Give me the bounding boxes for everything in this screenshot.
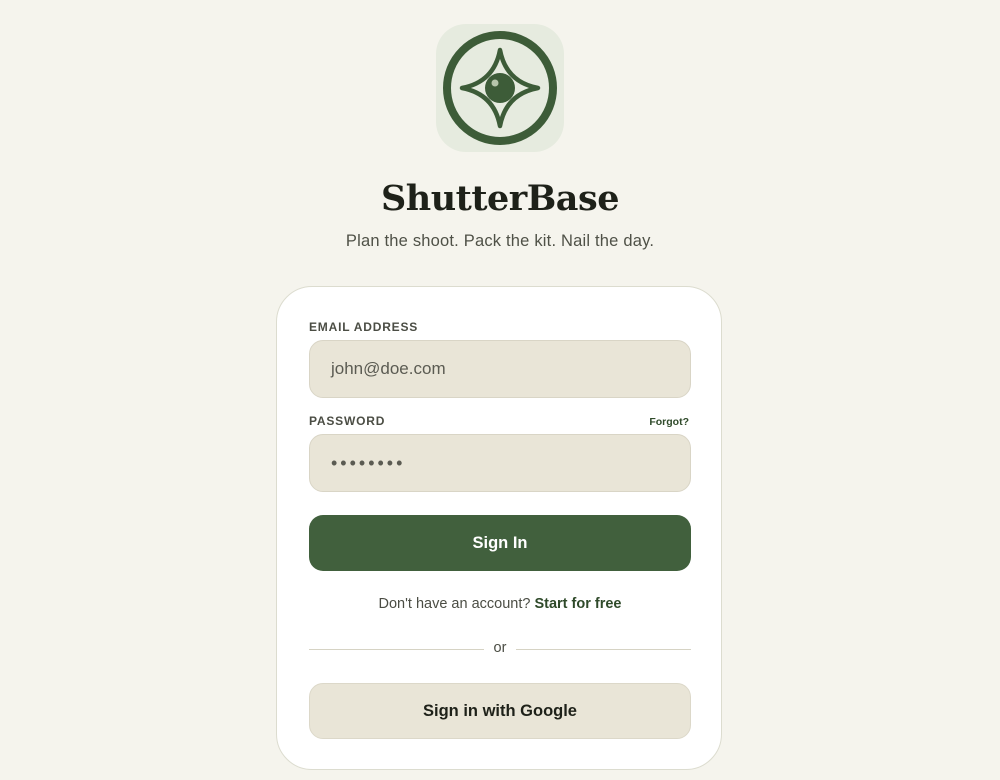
sign-in-label: Sign In	[472, 533, 528, 552]
signup-prompt-text: Don't have an account?	[378, 596, 531, 612]
aperture-lens-icon	[443, 31, 557, 145]
google-sign-in-label: Sign in with Google	[423, 701, 577, 720]
app-logo	[436, 24, 564, 152]
forgot-password-link[interactable]: Forgot?	[649, 416, 689, 428]
password-field[interactable]: ••••••••	[309, 434, 691, 492]
divider-or: or	[493, 640, 507, 656]
password-value: ••••••••	[331, 452, 406, 473]
password-label: PASSWORD	[309, 414, 386, 428]
divider-right	[516, 649, 691, 650]
app-title: ShutterBase	[381, 178, 619, 219]
start-for-free-link[interactable]: Start for free	[534, 596, 621, 612]
email-field[interactable]: john@doe.com	[309, 340, 691, 398]
app-tagline: Plan the shoot. Pack the kit. Nail the d…	[345, 232, 655, 250]
signup-prompt: Don't have an account? Start for free	[277, 596, 723, 612]
email-value: john@doe.com	[331, 359, 446, 378]
google-sign-in-button[interactable]: Sign in with Google	[309, 683, 691, 739]
sign-in-button[interactable]: Sign In	[309, 515, 691, 571]
login-card: EMAIL ADDRESS john@doe.com PASSWORD Forg…	[276, 286, 722, 770]
email-label: EMAIL ADDRESS	[309, 320, 419, 334]
